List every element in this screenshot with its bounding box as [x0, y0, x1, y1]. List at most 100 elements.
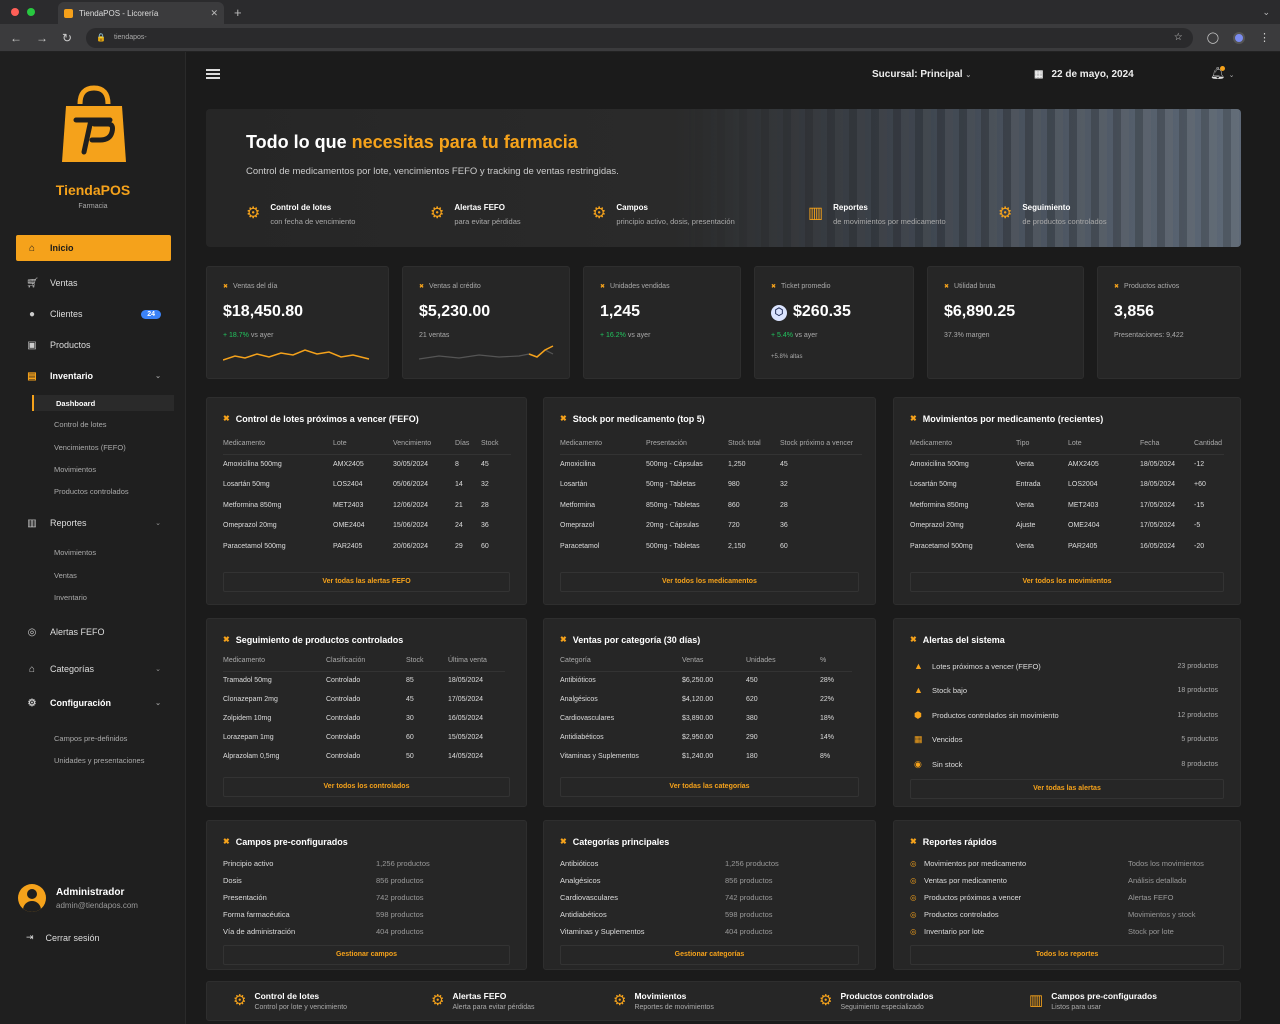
alert-row[interactable]: ▲ Lotes próximos a vencer (FEFO) 23 produc…: [914, 661, 1218, 671]
table-row[interactable]: Paracetamol 500mg PAR2405 20/06/2024 29 60: [223, 536, 511, 557]
sidebar-sub-movimientos[interactable]: Movimientos: [32, 461, 174, 477]
sidebar-sub-dashboard[interactable]: Dashboard: [32, 395, 174, 411]
sidebar-item-clientes[interactable]: ● Clientes 24: [16, 301, 171, 327]
table-row[interactable]: Losartán 50mg - Tabletas 980 32: [560, 475, 862, 496]
list-item[interactable]: ◎ Productos controlados Movimientos y stoc…: [910, 910, 1218, 919]
alert-row[interactable]: ▦ Vencidos 5 productos: [914, 734, 1218, 745]
sidebar-sub-campos[interactable]: Campos pre-definidos: [32, 730, 174, 746]
bottom-feature[interactable]: ⚙ Alertas FEFO Alerta para evitar pérdidas: [431, 991, 535, 1011]
table-row[interactable]: Paracetamol 500mg Venta PAR2405 16/05/2024 -…: [910, 536, 1224, 557]
branch-selector[interactable]: Sucursal: Principal ⌄: [872, 69, 971, 80]
list-item[interactable]: ◎ Inventario por lote Stock por lote: [910, 927, 1218, 936]
table-row[interactable]: Metformina 850mg Venta MET2403 17/05/2024 -1…: [910, 495, 1224, 516]
kpi-card-active-products[interactable]: Productos activos 3,856 Presentaciones: …: [1097, 266, 1241, 379]
list-item[interactable]: Dosis 856 productos: [223, 876, 466, 885]
list-item[interactable]: Cardiovasculares 742 productos: [560, 893, 815, 902]
list-item[interactable]: Vitaminas y Suplementos 404 productos: [560, 927, 815, 936]
alert-row[interactable]: ⬢ Productos controlados sin movimiento 12 …: [914, 710, 1218, 721]
kpi-card-units[interactable]: Unidades vendidas 1,245 + 16.2% vs ayer: [583, 266, 741, 379]
list-item[interactable]: Antidiabéticos 598 productos: [560, 910, 815, 919]
sidebar-sub-control-lotes[interactable]: Control de lotes: [32, 416, 174, 432]
close-window-button[interactable]: [11, 8, 19, 16]
table-row[interactable]: Cardiovasculares $3,890.00 380 18%: [560, 709, 852, 728]
logout-button[interactable]: ⇥ Cerrar sesión: [26, 932, 100, 943]
table-row[interactable]: Omeprazol 20mg - Cápsulas 720 36: [560, 516, 862, 537]
kpi-card-ticket[interactable]: Ticket promedio ⬡$260.35 + 5.4% vs ayer …: [754, 266, 914, 379]
table-row[interactable]: Metformina 850mg MET2403 12/06/2024 21 28: [223, 495, 511, 516]
browser-menu-icon[interactable]: ⋮: [1259, 31, 1270, 44]
table-row[interactable]: Amoxicilina 500mg Venta AMX2405 18/05/2024 -…: [910, 454, 1224, 475]
table-row[interactable]: Analgésicos $4,120.00 620 22%: [560, 690, 852, 709]
alert-row[interactable]: ▲ Stock bajo 18 productos: [914, 685, 1218, 695]
view-fefo-link[interactable]: Ver todas las alertas FEFO: [223, 572, 510, 592]
extensions-icon[interactable]: ◯: [1207, 31, 1219, 44]
bottom-feature[interactable]: ⚙ Control de lotes Control por lote y venc…: [233, 991, 347, 1011]
bottom-feature[interactable]: ▥ Campos pre-configurados Listos para usar: [1029, 991, 1157, 1011]
zoom-window-button[interactable]: [27, 8, 35, 16]
user-profile[interactable]: Administrador admin@tiendapos.com: [18, 884, 138, 912]
sidebar-item-inicio[interactable]: ⌂ Inicio: [16, 235, 171, 261]
view-categories-link[interactable]: Ver todas las categorías: [560, 777, 859, 797]
sidebar-sub-rep-inventario[interactable]: Inventario: [32, 589, 174, 605]
sidebar-item-alertas-fefo[interactable]: ◎ Alertas FEFO: [16, 619, 171, 645]
table-row[interactable]: Vitaminas y Suplementos $1,240.00 180 8%: [560, 747, 852, 766]
profile-avatar[interactable]: [1233, 31, 1245, 44]
browser-tab[interactable]: TiendaPOS - Licorería ✕: [58, 2, 224, 24]
manage-categories-link[interactable]: Gestionar categorías: [560, 945, 859, 965]
table-row[interactable]: Losartán 50mg LOS2404 05/06/2024 14 32: [223, 475, 511, 496]
list-item[interactable]: Presentación 742 productos: [223, 893, 466, 902]
table-row[interactable]: Losartán 50mg Entrada LOS2004 18/05/2024 +60: [910, 475, 1224, 496]
sidebar-item-ventas[interactable]: 🛒︎ Ventas: [16, 270, 171, 296]
view-alerts-link[interactable]: Ver todas las alertas: [910, 779, 1224, 799]
kpi-card-sales-today[interactable]: Ventas del día $18,450.80 + 18.7% vs aye…: [206, 266, 389, 379]
table-row[interactable]: Paracetamol 500mg - Tabletas 2,150 60: [560, 536, 862, 557]
sidebar-sub-controlados[interactable]: Productos controlados: [32, 483, 174, 499]
table-row[interactable]: Alprazolam 0,5mg Controlado 50 14/05/2024: [223, 747, 505, 766]
sidebar-sub-unidades[interactable]: Unidades y presentaciones: [32, 752, 174, 768]
bottom-feature[interactable]: ⚙ Productos controlados Seguimiento especi…: [819, 991, 934, 1011]
all-reports-link[interactable]: Todos los reportes: [910, 945, 1224, 965]
bottom-feature[interactable]: ⚙ Movimientos Reportes de movimientos: [613, 991, 714, 1011]
table-row[interactable]: Metformina 850mg - Tabletas 860 28: [560, 495, 862, 516]
table-row[interactable]: Antidiabéticos $2,950.00 290 14%: [560, 728, 852, 747]
alert-row[interactable]: ◉ Sin stock 8 productos: [914, 759, 1218, 770]
sidebar-sub-rep-ventas[interactable]: Ventas: [32, 567, 174, 583]
sidebar-sub-rep-movimientos[interactable]: Movimientos: [32, 544, 174, 560]
list-item[interactable]: Principio activo 1,256 productos: [223, 859, 466, 868]
view-controlled-link[interactable]: Ver todos los controlados: [223, 777, 510, 797]
reload-icon[interactable]: ↻: [62, 31, 72, 45]
list-item[interactable]: ◎ Movimientos por medicamento Todos los mo…: [910, 859, 1218, 868]
view-movements-link[interactable]: Ver todos los movimientos: [910, 572, 1224, 592]
table-row[interactable]: Omeprazol 20mg Ajuste OME2404 17/05/2024 -5: [910, 516, 1224, 537]
kpi-card-profit[interactable]: Utilidad bruta $6,890.25 37.3% margen: [927, 266, 1084, 379]
list-item[interactable]: Vía de administración 404 productos: [223, 927, 466, 936]
sidebar-item-inventario[interactable]: ▤ Inventario ⌄: [16, 363, 171, 389]
close-tab-icon[interactable]: ✕: [210, 8, 218, 19]
table-row[interactable]: Antibióticos $6,250.00 450 28%: [560, 671, 852, 690]
table-row[interactable]: Omeprazol 20mg OME2404 15/06/2024 24 36: [223, 516, 511, 537]
sidebar-item-categorias[interactable]: ⌂ Categorías ⌄: [16, 656, 171, 682]
table-row[interactable]: Amoxicilina 500mg - Cápsulas 1,250 45: [560, 454, 862, 475]
kpi-card-credit-sales[interactable]: Ventas al crédito $5,230.00 21 ventas: [402, 266, 570, 379]
table-row[interactable]: Zolpidem 10mg Controlado 30 16/05/2024: [223, 709, 505, 728]
table-row[interactable]: Clonazepam 2mg Controlado 45 17/05/2024: [223, 690, 505, 709]
date-picker[interactable]: ▦ 22 de mayo, 2024: [1034, 69, 1134, 80]
bookmark-star-icon[interactable]: ☆: [1174, 32, 1183, 43]
list-item[interactable]: ◎ Ventas por medicamento Análisis detallad…: [910, 876, 1218, 885]
manage-fields-link[interactable]: Gestionar campos: [223, 945, 510, 965]
list-item[interactable]: Forma farmacéutica 598 productos: [223, 910, 466, 919]
view-medications-link[interactable]: Ver todos los medicamentos: [560, 572, 859, 592]
table-row[interactable]: Amoxicilina 500mg AMX2405 30/05/2024 8 45: [223, 454, 511, 475]
list-item[interactable]: Analgésicos 856 productos: [560, 876, 815, 885]
url-field[interactable]: 🔒 tiendapos- ☆: [86, 27, 1193, 48]
table-row[interactable]: Lorazepam 1mg Controlado 60 15/05/2024: [223, 728, 505, 747]
list-item[interactable]: Antibióticos 1,256 productos: [560, 859, 815, 868]
sidebar-item-configuracion[interactable]: ⚙ Configuración ⌄: [16, 690, 171, 716]
back-icon[interactable]: ←: [10, 31, 22, 45]
table-row[interactable]: Tramadol 50mg Controlado 85 18/05/2024: [223, 671, 505, 690]
sidebar-item-reportes[interactable]: ▥ Reportes ⌄: [16, 510, 171, 536]
tab-search-icon[interactable]: ⌄: [1262, 7, 1270, 18]
list-item[interactable]: ◎ Productos próximos a vencer Alertas FEFO: [910, 893, 1218, 902]
sidebar-sub-vencimientos[interactable]: Vencimientos (FEFO): [32, 439, 174, 455]
forward-icon[interactable]: →: [36, 31, 48, 45]
